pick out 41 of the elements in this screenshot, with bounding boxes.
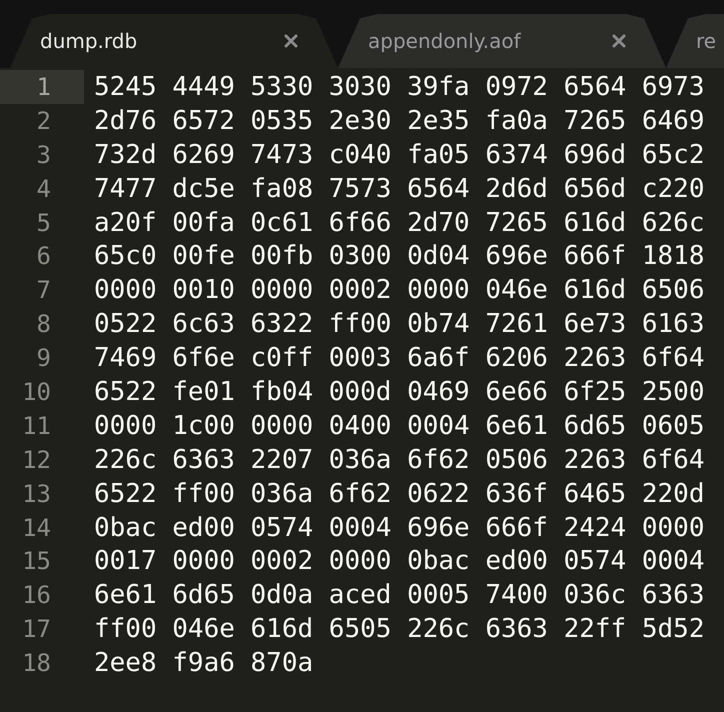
hex-line: a20f 00fa 0c61 6f66 2d70 7265 616d 626c <box>94 208 704 238</box>
line-number: 8 <box>36 309 52 340</box>
file-tab[interactable]: appendonly.aof <box>338 14 666 68</box>
hex-line: 6522 ff00 036a 6f62 0622 636f 6465 220d <box>94 478 704 509</box>
line-number: 5 <box>36 208 52 238</box>
line-number: 12 <box>21 444 52 476</box>
line-number: 16 <box>21 580 52 612</box>
hex-line: 5245 4449 5330 3030 39fa 0972 6564 6973 <box>94 72 704 102</box>
hex-line: 7469 6f6e c0ff 0003 6a6f 6206 2263 6f64 <box>94 343 704 374</box>
line-number: 9 <box>36 343 52 374</box>
line-number: 3 <box>36 140 52 171</box>
line-number: 4 <box>36 174 52 205</box>
hex-line: 6522 fe01 fb04 000d 0469 6e66 6f25 2500 <box>94 376 704 407</box>
close-icon[interactable] <box>612 34 626 48</box>
hex-line: 0bac ed00 0574 0004 696e 666f 2424 0000 <box>94 512 704 543</box>
line-number: 17 <box>21 614 52 646</box>
line-number: 1 <box>0 70 84 104</box>
line-number: 6 <box>36 241 52 272</box>
file-tab[interactable]: dump.rdb <box>10 14 338 68</box>
line-number: 13 <box>21 478 52 510</box>
hex-line: ff00 046e 616d 6505 226c 6363 22ff 5d52 <box>94 614 704 644</box>
line-number: 2 <box>36 106 52 137</box>
hex-line: 226c 6363 2207 036a 6f62 0506 2263 6f64 <box>94 444 704 475</box>
line-number: 11 <box>21 410 52 442</box>
hex-line: 0000 0010 0000 0002 0000 046e 616d 6506 <box>94 275 704 306</box>
line-number: 14 <box>21 512 52 544</box>
hex-line: 0017 0000 0002 0000 0bac ed00 0574 0004 <box>94 546 704 576</box>
close-icon[interactable] <box>284 34 298 48</box>
line-number: 10 <box>21 376 52 408</box>
file-tab[interactable]: re <box>666 14 724 68</box>
hex-line: 2d76 6572 0535 2e30 2e35 fa0a 7265 6469 <box>94 106 704 136</box>
line-number: 7 <box>36 275 52 306</box>
line-number: 18 <box>21 648 52 680</box>
hex-line: 7477 dc5e fa08 7573 6564 2d6d 656d c220 <box>94 174 704 204</box>
hex-line: 65c0 00fe 00fb 0300 0d04 696e 666f 1818 <box>94 241 704 272</box>
line-number: 15 <box>21 546 52 578</box>
hex-line: 6e61 6d65 0d0a aced 0005 7400 036c 6363 <box>94 580 704 610</box>
hex-line: 0000 1c00 0000 0400 0004 6e61 6d65 0605 <box>94 410 704 441</box>
hex-line: 0522 6c63 6322 ff00 0b74 7261 6e73 6163 <box>94 309 704 340</box>
hex-line: 2ee8 f9a6 870a <box>94 648 314 678</box>
hex-line: 732d 6269 7473 c040 fa05 6374 696d 65c2 <box>94 140 704 170</box>
